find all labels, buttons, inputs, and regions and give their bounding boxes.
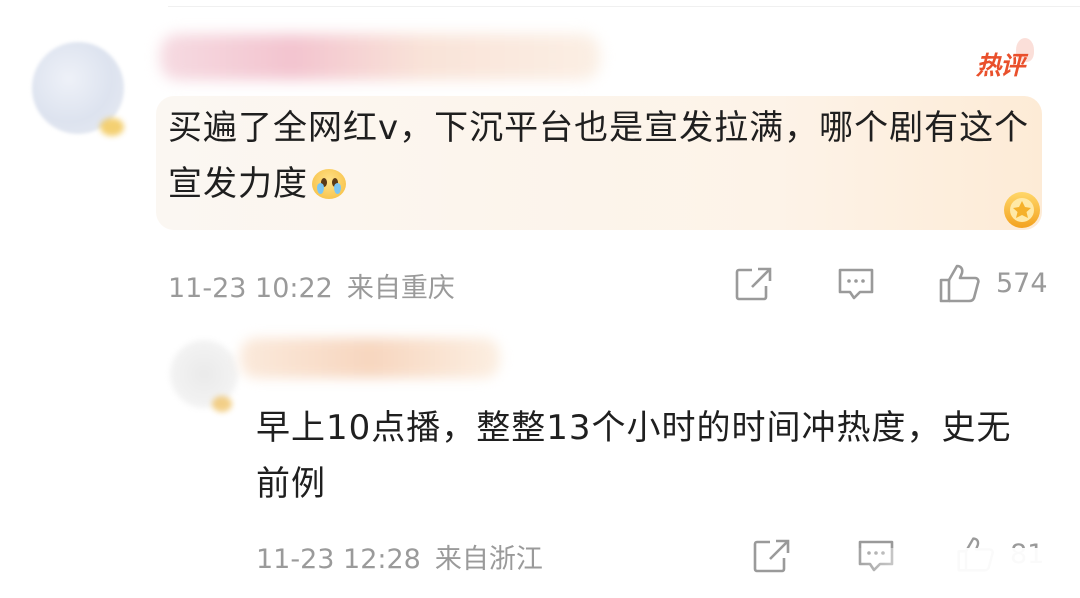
reply-meta: 11-23 12:28 来自浙江 xyxy=(256,537,543,576)
comment-thread: 热评 买遍了全网红v，下沉平台也是宣发拉满，哪个剧有这个宣发力度 11-23 1… xyxy=(0,0,1080,598)
like-count: 574 xyxy=(996,267,1048,299)
divider xyxy=(168,6,1080,7)
reply-share-button[interactable] xyxy=(752,538,792,574)
medal-icon xyxy=(1000,186,1044,230)
reply-username-blurred[interactable] xyxy=(240,338,500,378)
verified-badge-icon xyxy=(100,118,124,136)
comment-location: 来自重庆 xyxy=(346,273,455,304)
share-button[interactable] xyxy=(734,266,774,302)
reply-time: 11-23 12:28 xyxy=(256,544,421,575)
username-blurred[interactable] xyxy=(160,34,600,80)
comment-meta: 11-23 10:22 来自重庆 xyxy=(168,266,455,305)
comment-button[interactable] xyxy=(836,266,876,302)
like-button[interactable]: 574 xyxy=(938,262,1048,304)
hot-comment-badge: 热评 xyxy=(976,38,1035,82)
reply-body: 早上10点播，整整13个小时的时间冲热度，史无前例 xyxy=(256,408,1012,504)
comment-text: 买遍了全网红v，下沉平台也是宣发拉满，哪个剧有这个宣发力度 xyxy=(168,108,1030,204)
cry-emoji-icon xyxy=(310,167,348,201)
reply-location: 来自浙江 xyxy=(434,544,543,575)
like-icon xyxy=(939,264,980,303)
share-icon xyxy=(753,539,790,573)
comment-icon xyxy=(838,268,874,300)
watermark-overlay xyxy=(850,548,1080,598)
comment-time: 11-23 10:22 xyxy=(168,273,333,304)
reply-verified-badge-icon xyxy=(212,396,232,412)
share-icon xyxy=(735,267,772,301)
comment-body: 买遍了全网红v，下沉平台也是宣发拉满，哪个剧有这个宣发力度 xyxy=(168,100,1038,212)
